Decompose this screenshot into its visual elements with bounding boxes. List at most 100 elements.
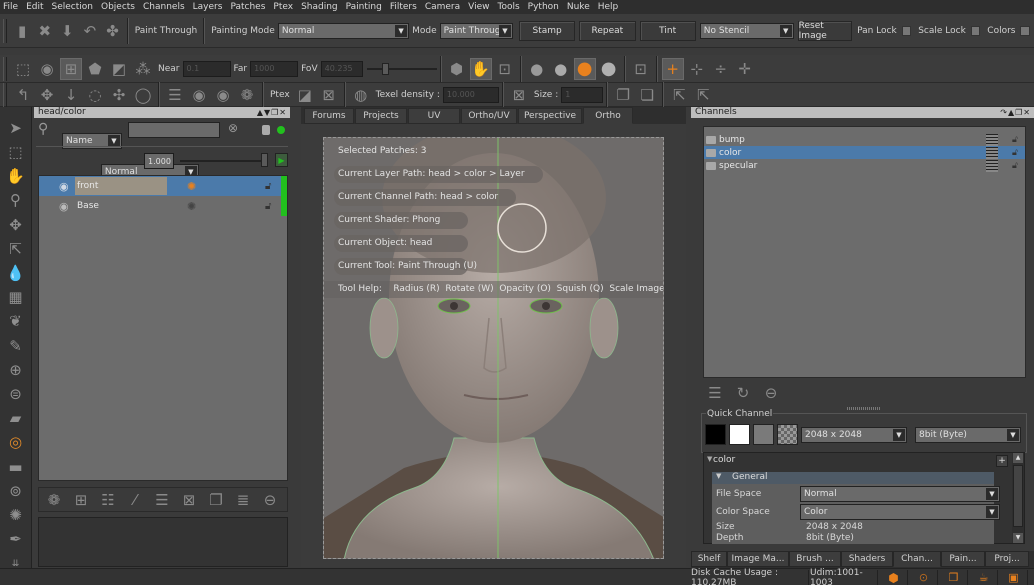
panel-window-controls[interactable]: ▲▼❐✕ <box>257 107 287 118</box>
menu-layers[interactable]: Layers <box>193 2 223 12</box>
layer-visibility-icon[interactable]: ☰ <box>164 84 186 106</box>
repeat-button[interactable]: Repeat <box>579 20 636 41</box>
target-frame-icon[interactable]: ⊡ <box>630 58 652 80</box>
tab-forums[interactable]: Forums <box>304 108 354 124</box>
quick-depth-select[interactable]: 8bit (Byte) ▼ <box>915 426 1021 443</box>
blur-drop-icon[interactable]: 💧 <box>5 262 27 284</box>
menu-view[interactable]: View <box>468 2 489 12</box>
tint-button[interactable]: Tint <box>639 20 696 41</box>
menu-painting[interactable]: Painting <box>346 2 382 12</box>
transparent-swatch[interactable] <box>777 424 798 445</box>
paint-canvas[interactable]: Selected Patches: 3 Current Layer Path: … <box>323 137 664 559</box>
menu-tools[interactable]: Tools <box>498 2 520 12</box>
add-paint-layer-icon[interactable]: ❁ <box>43 489 65 511</box>
stencil-select[interactable]: No Stencil ▼ <box>699 22 794 39</box>
tab-uv[interactable]: UV <box>408 108 460 124</box>
selection-pointer-icon[interactable]: ⇱ <box>668 84 690 106</box>
lock-icon[interactable]: 🔓︎ <box>265 181 271 192</box>
layer-row[interactable]: ◉ front ✺ 🔓︎ <box>39 176 287 196</box>
move-tool-icon[interactable]: ✥ <box>5 214 27 236</box>
lit-sphere-icon[interactable]: ● <box>550 58 572 80</box>
clone-tool-icon[interactable]: ⊜ <box>5 383 27 405</box>
eye-icon[interactable]: ◉ <box>59 200 69 213</box>
menu-camera[interactable]: Camera <box>425 2 460 12</box>
palette-eye-icon[interactable]: ❁ <box>236 84 258 106</box>
specular-sphere-icon[interactable]: ● <box>598 58 620 80</box>
tab-ortho[interactable]: Ortho <box>583 107 633 124</box>
layers-status-icon[interactable]: ❐ <box>940 570 968 585</box>
menu-help[interactable]: Help <box>598 2 619 12</box>
file-space-select[interactable]: Normal ▼ <box>800 485 1000 502</box>
lock-toggle[interactable] <box>262 125 270 135</box>
add-property-icon[interactable]: + <box>996 455 1008 467</box>
add-group-icon[interactable]: ❐ <box>205 489 227 511</box>
general-section-header[interactable]: ▼ General <box>712 472 994 484</box>
tab-brush-editor[interactable]: Brush ... <box>789 551 841 567</box>
tab-image-manager[interactable]: Image Ma... <box>727 551 789 567</box>
scroll-up-icon[interactable]: ▲ <box>1013 453 1023 463</box>
opacity-input[interactable]: 1.000 <box>144 153 174 169</box>
tab-shaders[interactable]: Shaders <box>841 551 893 567</box>
select-object-icon[interactable]: ⬢ <box>446 58 468 80</box>
pan-hand-icon[interactable]: ✋ <box>5 165 27 187</box>
pin-icon[interactable]: ✎ <box>5 335 27 357</box>
reset-image-button[interactable]: Reset Image <box>797 20 853 41</box>
solid-shape-icon[interactable]: ⬟ <box>84 58 106 80</box>
wireframe-cube-icon[interactable]: ⬚ <box>12 58 34 80</box>
tab-ortho-uv[interactable]: Ortho/UV <box>461 108 517 124</box>
coffee-icon[interactable]: ☕︎ <box>970 570 998 585</box>
camera-view-icon[interactable]: ◉ <box>36 58 58 80</box>
collapse-arrow-icon[interactable]: ▼ <box>707 455 712 463</box>
vertical-split-icon[interactable]: ⊹ <box>686 58 708 80</box>
properties-scrollbar[interactable]: ▲ ▼ <box>1012 453 1024 543</box>
tab-projects[interactable]: Projects <box>355 108 407 124</box>
paste-layer-icon[interactable]: ❏ <box>636 84 658 106</box>
projection-icon[interactable]: ◩ <box>108 58 130 80</box>
grid-warp-icon[interactable]: ▦ <box>5 286 27 308</box>
down-arrow-icon[interactable]: ↓ <box>60 84 82 106</box>
menu-edit[interactable]: Edit <box>26 2 43 12</box>
sponge-icon[interactable]: ✺ <box>5 504 27 526</box>
lock-icon[interactable]: 🔓︎ <box>1012 161 1018 171</box>
color-space-select[interactable]: Color ▼ <box>800 503 1000 520</box>
quad-split-icon[interactable]: ✛ <box>734 58 756 80</box>
scroll-down-icon[interactable]: ▼ <box>1013 533 1023 543</box>
particles-icon[interactable]: ⁂ <box>132 58 154 80</box>
rotate-icon[interactable]: ◌ <box>84 84 106 106</box>
play-icon[interactable]: ▶ <box>275 153 288 167</box>
white-swatch[interactable] <box>729 424 750 445</box>
add-image-layer-icon[interactable]: ⊞ <box>70 489 92 511</box>
eraser-icon[interactable]: ▰ <box>5 407 27 429</box>
colors-checkbox[interactable] <box>1020 25 1030 36</box>
lock-icon[interactable]: 🔓︎ <box>1012 148 1018 158</box>
gray-swatch[interactable] <box>753 424 774 445</box>
layer-mask-icon[interactable]: ☷ <box>97 489 119 511</box>
scale-lock-checkbox[interactable] <box>970 25 981 36</box>
menu-filters[interactable]: Filters <box>390 2 417 12</box>
menu-patches[interactable]: Patches <box>230 2 265 12</box>
menu-shading[interactable]: Shading <box>301 2 338 12</box>
gradient-icon[interactable]: ▬ <box>5 456 27 478</box>
move-icon[interactable]: ✥ <box>36 84 58 106</box>
transform-tool-icon[interactable]: ⇱ <box>5 238 27 260</box>
new-file-icon[interactable]: ▮ <box>12 20 33 42</box>
layer-row[interactable]: ◉ Base ✺ 🔓︎ <box>39 196 287 216</box>
menu-channels[interactable]: Channels <box>143 2 185 12</box>
tab-shelf[interactable]: Shelf <box>691 551 727 567</box>
toolbar-grip[interactable] <box>3 82 7 107</box>
ptex-resize-icon[interactable]: ◪ <box>294 84 316 106</box>
quick-size-select[interactable]: 2048 x 2048 ▼ <box>801 426 907 443</box>
center-point-icon[interactable]: + <box>661 57 684 80</box>
far-input[interactable]: 1000 <box>250 60 299 77</box>
opacity-slider-handle[interactable] <box>261 153 268 167</box>
copy-layer-icon[interactable]: ❐ <box>612 84 634 106</box>
menu-objects[interactable]: Objects <box>101 2 135 12</box>
texel-density-input[interactable]: 10.000 <box>442 86 499 103</box>
circle-tool-icon[interactable]: ⊕ <box>5 359 27 381</box>
tab-channels[interactable]: Chan... <box>893 551 941 567</box>
near-input[interactable]: 0.1 <box>182 60 231 77</box>
dodge-icon[interactable]: ⊚ <box>5 480 27 502</box>
globe-icon[interactable]: ◍ <box>350 84 372 106</box>
menu-python[interactable]: Python <box>528 2 559 12</box>
eyedropper-icon[interactable]: ✒ <box>5 528 27 550</box>
